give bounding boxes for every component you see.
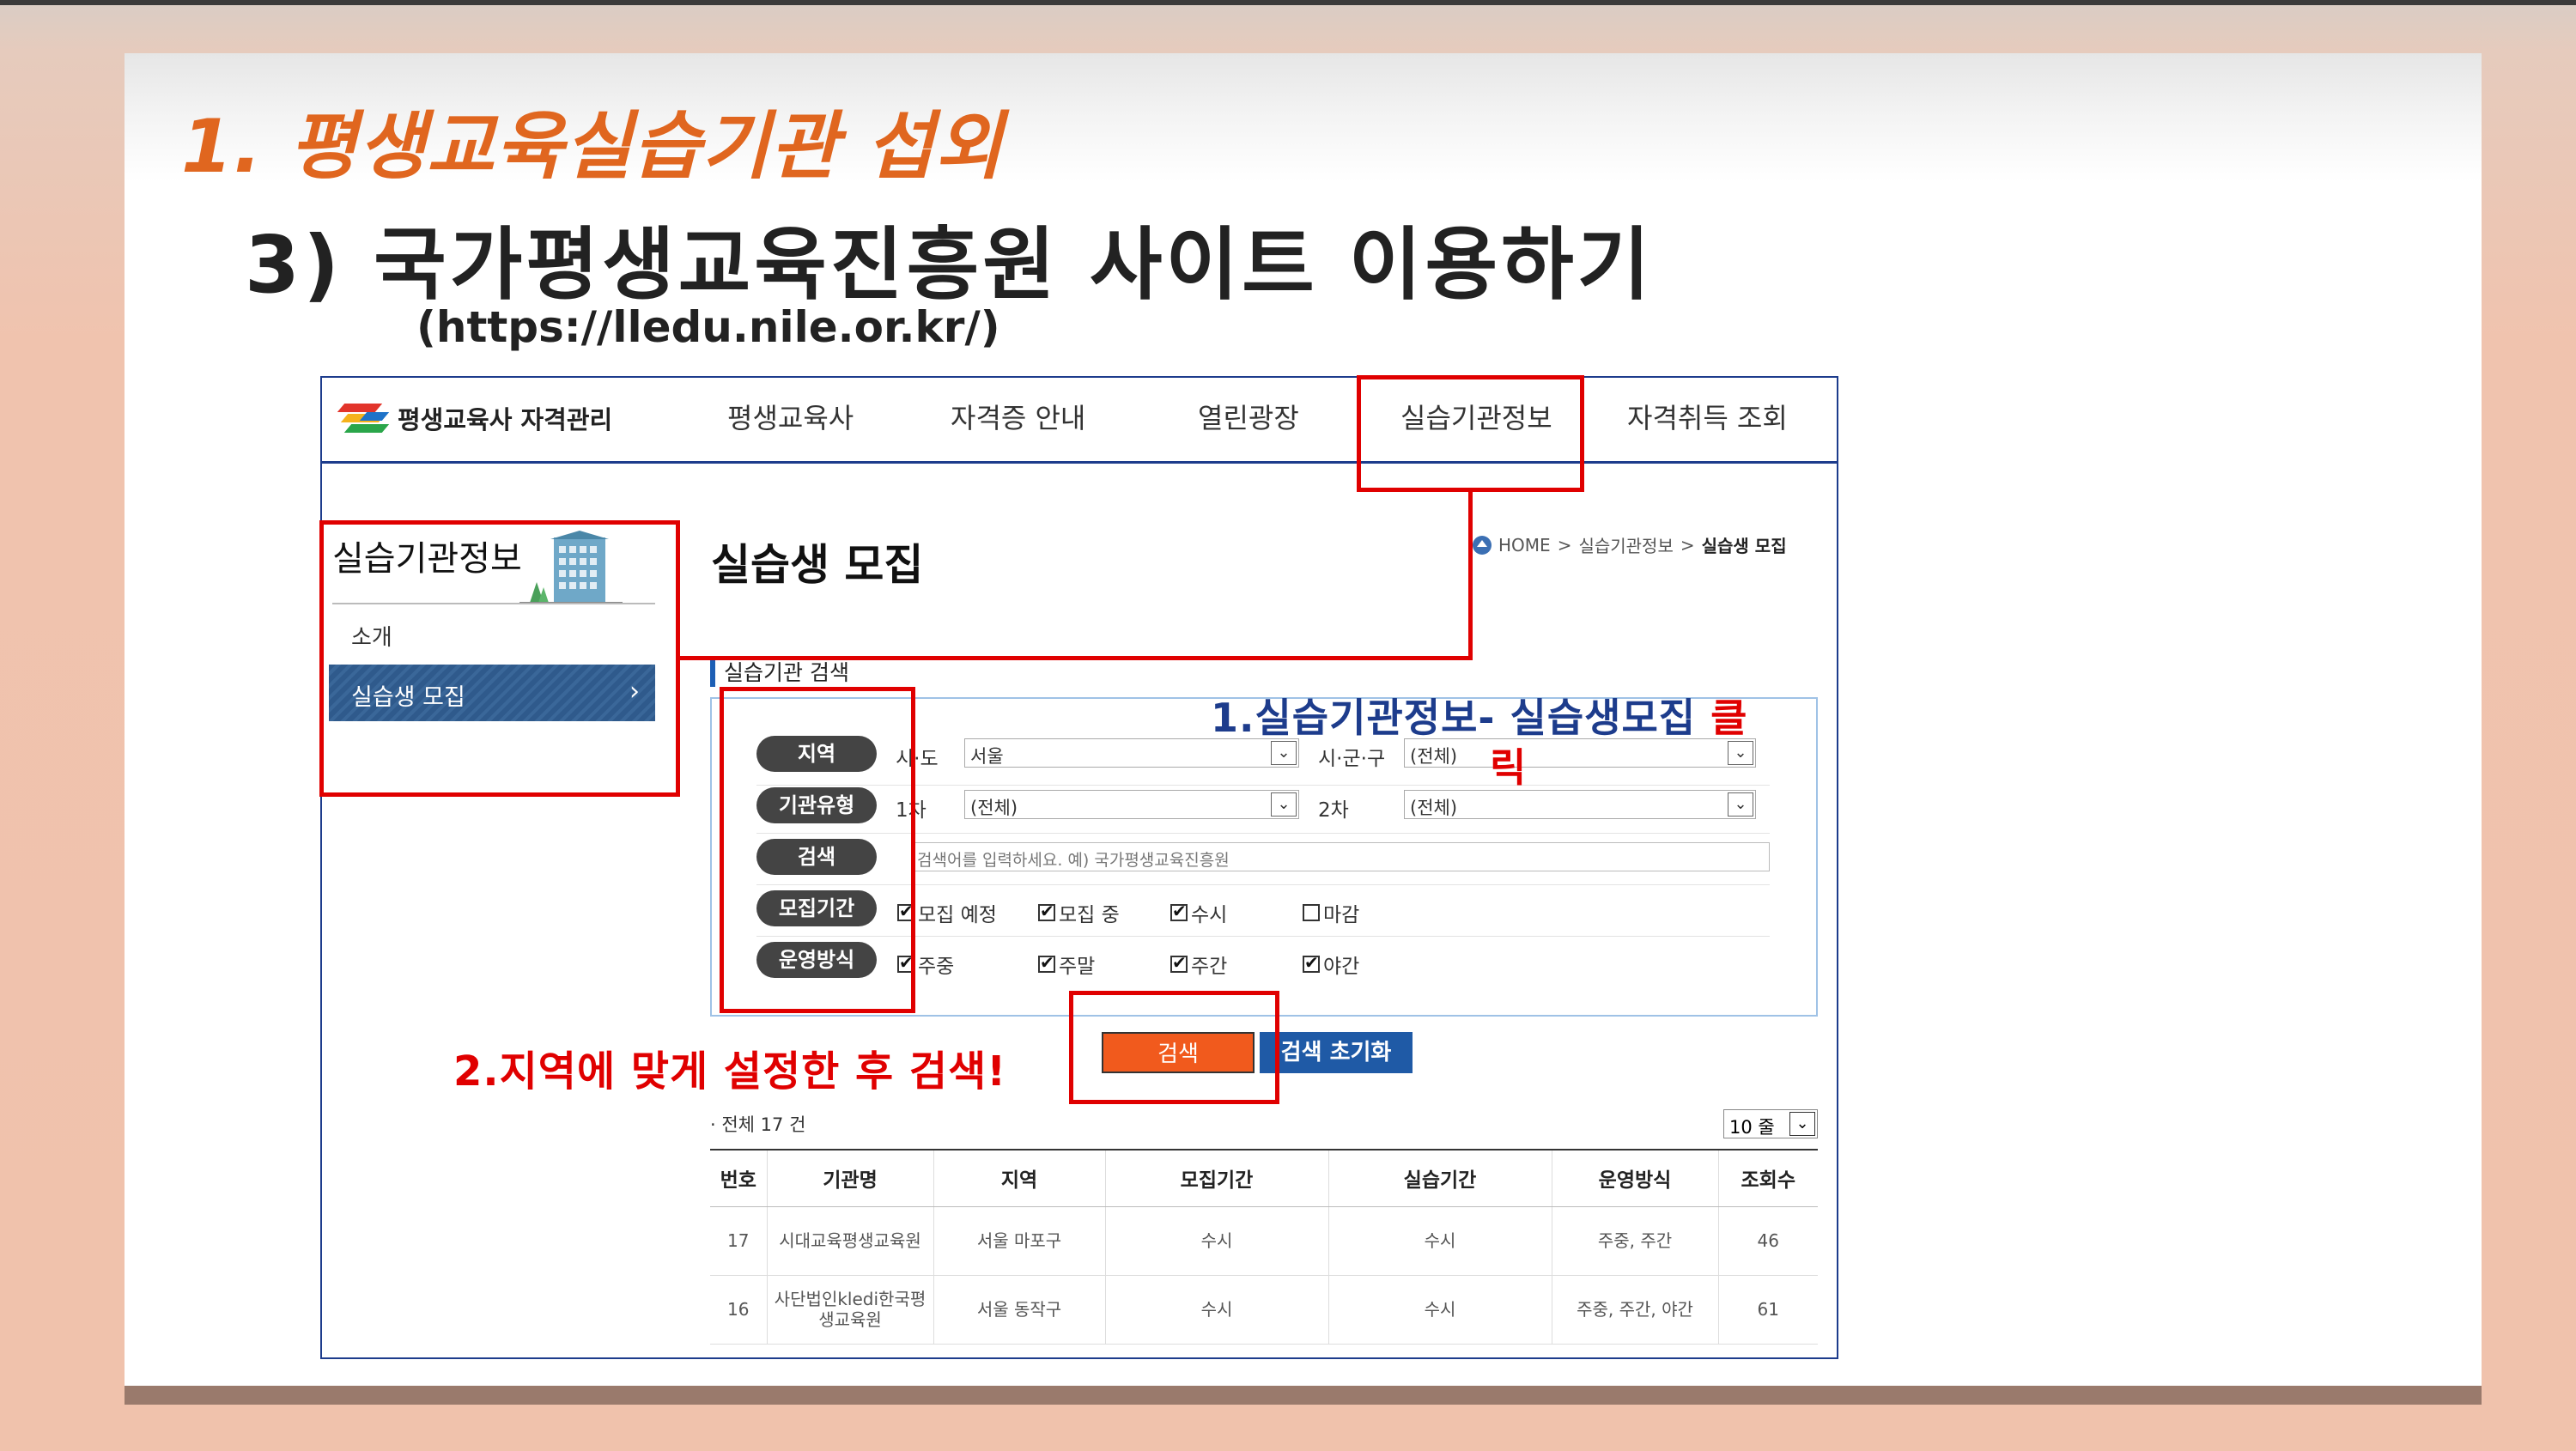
annotation-step1-text: 1.실습기관정보- 실습생모집 xyxy=(1211,695,1711,741)
table-cell: 46 xyxy=(1717,1206,1818,1276)
type2-select[interactable]: (전체) ⌄ xyxy=(1404,790,1756,819)
period-checkbox-anytime[interactable]: 수시 xyxy=(1170,898,1227,927)
site-logo[interactable]: 평생교육사 자격관리 xyxy=(329,397,612,440)
sigungu-label: 시·군·구 xyxy=(1318,748,1386,770)
sigungu-value: (전체) xyxy=(1410,746,1458,767)
institution-name-link[interactable]: 시대교육평생교육원 xyxy=(766,1206,933,1276)
global-nav: 평생교육사 자격관리 평생교육사 자격증 안내 열린광장 실습기관정보 자격취득… xyxy=(322,378,1837,464)
mode-checkbox-night[interactable]: 야간 xyxy=(1303,950,1359,979)
breadcrumb-home[interactable]: HOME xyxy=(1498,535,1551,556)
annotation-step1: 1.실습기관정보- 실습생모집 클 xyxy=(1211,687,1747,744)
chevron-down-icon: ⌄ xyxy=(1728,792,1753,817)
table-cell: 주중, 주간 xyxy=(1551,1206,1718,1276)
table-cell: 서울 마포구 xyxy=(933,1206,1105,1276)
keyword-input[interactable]: 검색어를 입력하세요. 예) 국가평생교육진흥원 xyxy=(911,842,1770,871)
checkbox-checked-icon xyxy=(1038,952,1055,973)
chevron-down-icon: ⌄ xyxy=(1789,1112,1815,1136)
table-row[interactable]: 17 시대교육평생교육원 서울 마포구 수시 수시 주중, 주간 46 xyxy=(710,1206,1818,1276)
window-frame-top xyxy=(0,0,2576,5)
table-cell: 수시 xyxy=(1104,1206,1328,1276)
table-header: 번호 xyxy=(710,1149,767,1207)
highlight-nav-practice xyxy=(1357,375,1584,492)
table-header: 운영방식 xyxy=(1551,1149,1718,1207)
checkbox-label: 야간 xyxy=(1323,956,1360,978)
type2-label: 2차 xyxy=(1318,799,1349,822)
checkbox-unchecked-icon xyxy=(1303,904,1320,921)
results-table: 번호 기관명 지역 모집기간 실습기간 운영방식 조회수 17 시대교육평생교육… xyxy=(710,1149,1818,1345)
nav-item-license-guide[interactable]: 자격증 안내 xyxy=(951,397,1085,436)
checkbox-label: 마감 xyxy=(1323,904,1360,926)
checkbox-label: 주중 xyxy=(918,956,955,978)
highlight-lnb xyxy=(319,520,680,797)
annotation-step2: 2.지역에 맞게 설정한 후 검색! xyxy=(453,1047,1007,1096)
breadcrumb: HOME > 실습기관정보 > 실습생 모집 xyxy=(1473,532,1787,557)
section-label: 실습기관 검색 xyxy=(710,656,849,687)
table-cell: 주중, 주간, 야간 xyxy=(1551,1275,1718,1345)
table-header: 실습기간 xyxy=(1327,1149,1552,1207)
mode-checkbox-daytime[interactable]: 주간 xyxy=(1170,950,1227,979)
table-header: 기관명 xyxy=(766,1149,933,1207)
mode-checkbox-weekend[interactable]: 주말 xyxy=(1038,950,1095,979)
type1-select[interactable]: (전체) ⌄ xyxy=(964,790,1299,819)
table-header: 모집기간 xyxy=(1104,1149,1328,1207)
table-header-row: 번호 기관명 지역 모집기간 실습기간 운영방식 조회수 xyxy=(710,1149,1818,1207)
nav-item-educator[interactable]: 평생교육사 xyxy=(727,397,854,436)
checkbox-checked-icon xyxy=(1303,952,1320,973)
table-cell: 서울 동작구 xyxy=(933,1275,1105,1345)
slide-main-title: 1. 평생교육실습기관 섭외 xyxy=(181,104,1004,190)
checkbox-checked-icon xyxy=(1038,901,1055,921)
checkbox-label: 수시 xyxy=(1191,904,1228,926)
checkbox-checked-icon xyxy=(1170,901,1188,921)
breadcrumb-current: 실습생 모집 xyxy=(1701,536,1787,556)
table-cell: 61 xyxy=(1717,1275,1818,1345)
type2-value: (전체) xyxy=(1410,798,1458,818)
table-cell: 17 xyxy=(710,1206,767,1276)
highlight-connector xyxy=(1468,492,1473,660)
table-cell: 16 xyxy=(710,1275,767,1345)
slide-bottom-bar xyxy=(125,1386,2482,1405)
table-header: 지역 xyxy=(933,1149,1105,1207)
breadcrumb-sep: > xyxy=(1680,534,1695,556)
checkbox-checked-icon xyxy=(1170,952,1188,973)
table-row[interactable]: 16 사단법인kledi한국평생교육원 서울 동작구 수시 수시 주중, 주간,… xyxy=(710,1275,1818,1345)
annotation-step1-red: 클 xyxy=(1710,695,1748,741)
institution-name-link[interactable]: 사단법인kledi한국평생교육원 xyxy=(766,1275,933,1345)
checkbox-label: 주말 xyxy=(1059,956,1096,978)
table-cell: 수시 xyxy=(1327,1275,1552,1345)
breadcrumb-sep: > xyxy=(1557,534,1572,556)
checkbox-label: 주간 xyxy=(1191,956,1228,978)
period-checkbox-closed[interactable]: 마감 xyxy=(1303,898,1359,927)
rows-per-page-value: 10 줄 xyxy=(1729,1117,1775,1138)
type1-value: (전체) xyxy=(970,798,1018,818)
table-cell: 수시 xyxy=(1327,1206,1552,1276)
slide-sub-title: 3) 국가평생교육진흥원 사이트 이용하기 xyxy=(245,219,1654,311)
highlight-search-button xyxy=(1069,991,1279,1104)
chevron-down-icon: ⌄ xyxy=(1271,741,1297,765)
period-checkbox-ongoing[interactable]: 모집 중 xyxy=(1038,898,1120,927)
sido-value: 서울 xyxy=(970,746,1004,767)
highlight-search-labels xyxy=(720,687,915,1013)
checkbox-label: 모집 중 xyxy=(1059,904,1120,926)
checkbox-label: 모집 예정 xyxy=(918,904,997,926)
home-icon[interactable] xyxy=(1473,535,1492,555)
total-count: · 전체 17 건 xyxy=(710,1114,806,1135)
slide-url: (https://lledu.nile.or.kr/) xyxy=(416,302,1000,352)
annotation-step1-wrap: 릭 xyxy=(1490,744,1527,791)
table-header: 조회수 xyxy=(1717,1149,1818,1207)
logo-icon xyxy=(329,397,390,440)
table-cell: 수시 xyxy=(1104,1275,1328,1345)
logo-text: 평생교육사 자격관리 xyxy=(398,405,613,434)
chevron-down-icon: ⌄ xyxy=(1728,741,1753,765)
breadcrumb-mid[interactable]: 실습기관정보 xyxy=(1578,532,1673,557)
nav-item-license-lookup[interactable]: 자격취득 조회 xyxy=(1627,397,1788,436)
page-title: 실습생 모집 xyxy=(711,540,924,590)
rows-per-page-select[interactable]: 10 줄 ⌄ xyxy=(1723,1109,1818,1138)
reset-button[interactable]: 검색 초기화 xyxy=(1260,1032,1413,1073)
highlight-connector xyxy=(676,656,1473,660)
nav-item-open-square[interactable]: 열린광장 xyxy=(1198,397,1299,436)
chevron-down-icon: ⌄ xyxy=(1271,792,1297,817)
